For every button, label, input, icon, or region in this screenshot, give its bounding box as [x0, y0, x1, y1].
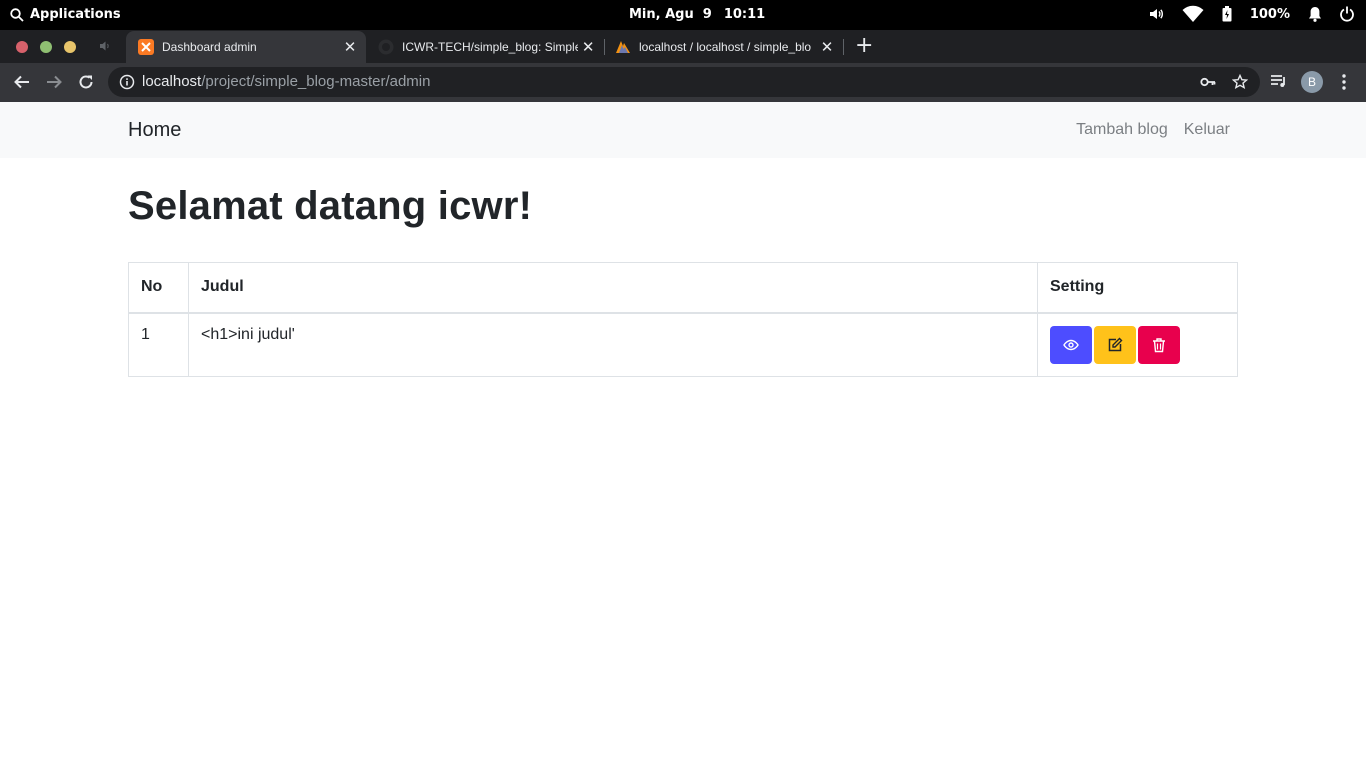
page-title: Selamat datang icwr! [128, 184, 533, 228]
tab-audio-icon[interactable] [99, 40, 111, 52]
forward-arrow-icon[interactable] [45, 73, 63, 91]
volume-icon[interactable] [1148, 6, 1164, 22]
profile-avatar[interactable]: B [1301, 71, 1323, 93]
tab-close-icon[interactable]: ✕ [817, 38, 837, 56]
tab-close-icon[interactable]: ✕ [340, 38, 360, 56]
eye-icon [1063, 339, 1079, 350]
applications-menu[interactable]: Applications [10, 7, 121, 22]
header-setting: Setting [1037, 262, 1238, 314]
header-judul: Judul [188, 262, 1038, 314]
view-button[interactable] [1050, 325, 1092, 364]
clock[interactable]: Min, Agu 9 10:11 [629, 7, 765, 22]
applications-label: Applications [30, 7, 121, 22]
reload-icon[interactable] [77, 73, 95, 91]
clock-date: Min, Agu 9 [629, 7, 712, 22]
tab-close-icon[interactable]: ✕ [578, 38, 598, 56]
window-maximize-button[interactable] [64, 41, 76, 53]
clock-time: 10:11 [723, 7, 766, 22]
system-tray: 100% [1148, 5, 1354, 23]
new-tab-button[interactable]: + [855, 35, 873, 57]
cell-no: 1 [128, 312, 189, 377]
site-navbar: Home Tambah blog Keluar [0, 102, 1366, 158]
tab-title: ICWR-TECH/simple_blog: Simple [402, 40, 579, 54]
notification-bell-icon[interactable] [1308, 6, 1322, 22]
site-info-icon[interactable] [119, 74, 135, 90]
navbar-links: Tambah blog Keluar [1076, 121, 1230, 139]
phpmyadmin-favicon-icon [616, 41, 630, 53]
key-icon[interactable] [1200, 75, 1216, 89]
address-bar[interactable]: localhost/project/simple_blog-master/adm… [108, 67, 1260, 97]
browser-tab-strip: Dashboard admin ✕ ICWR-TECH/simple_blog:… [0, 30, 1366, 63]
table-header-row: No Judul Setting [128, 262, 1238, 314]
header-no: No [128, 262, 189, 314]
trash-icon [1153, 337, 1165, 352]
tab-title: localhost / localhost / simple_blo [639, 40, 812, 54]
power-icon[interactable] [1340, 6, 1354, 22]
tab-phpmyadmin[interactable]: localhost / localhost / simple_blo ✕ [603, 31, 843, 63]
web-page: Home Tambah blog Keluar Selamat datang i… [0, 102, 1366, 768]
nav-link-tambah-blog[interactable]: Tambah blog [1076, 121, 1168, 139]
system-top-bar: Applications Min, Agu 9 10:11 100% [0, 0, 1366, 30]
edit-icon [1108, 337, 1123, 351]
bookmark-star-icon[interactable] [1232, 74, 1248, 90]
battery-icon[interactable] [1222, 6, 1232, 22]
edit-button[interactable] [1094, 325, 1136, 364]
table-row: 1 <h1>ini judul' [128, 312, 1238, 377]
xampp-favicon-icon [138, 39, 154, 55]
url-text[interactable]: localhost/project/simple_blog-master/adm… [142, 73, 430, 90]
nav-link-keluar[interactable]: Keluar [1184, 121, 1230, 139]
github-favicon-icon [378, 39, 394, 55]
url-path: /project/simple_blog-master/admin [201, 73, 431, 90]
delete-button[interactable] [1138, 325, 1180, 364]
cell-judul: <h1>ini judul' [188, 312, 1038, 377]
tab-github-simple-blog[interactable]: ICWR-TECH/simple_blog: Simple ✕ [366, 31, 604, 63]
posts-table: No Judul Setting 1 <h1>ini judul' [128, 262, 1238, 377]
window-minimize-button[interactable] [40, 41, 52, 53]
wifi-icon[interactable] [1182, 5, 1204, 23]
cell-setting [1037, 312, 1238, 377]
tab-separator [843, 39, 844, 55]
tab-dashboard-admin[interactable]: Dashboard admin ✕ [126, 31, 366, 63]
back-arrow-icon[interactable] [13, 73, 31, 91]
navbar-brand-home[interactable]: Home [128, 119, 181, 142]
url-host: localhost [142, 73, 202, 90]
battery-level: 100% [1249, 6, 1290, 22]
browser-menu-kebab-icon[interactable] [1341, 73, 1347, 91]
search-icon [10, 7, 24, 22]
tab-title: Dashboard admin [162, 40, 257, 54]
browser-toolbar: localhost/project/simple_blog-master/adm… [0, 63, 1366, 102]
media-queue-icon[interactable] [1270, 73, 1288, 89]
window-close-button[interactable] [16, 41, 28, 53]
